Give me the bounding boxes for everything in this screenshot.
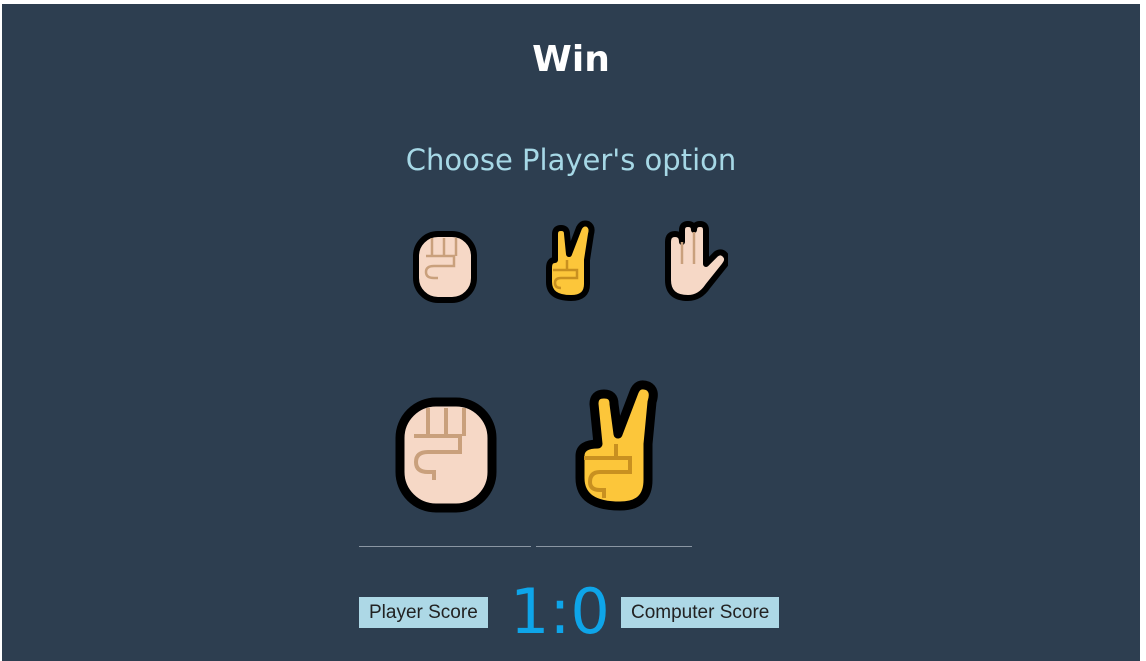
option-scissors-button[interactable] [535,220,605,304]
computer-choice-display [564,378,674,516]
player-choice-display [392,378,502,516]
player-score-label: Player Score [359,597,488,628]
raised-hand-icon [665,221,728,301]
computer-divider [536,546,692,547]
computer-score-label: Computer Score [621,597,780,628]
score-value: 1:0 [510,575,610,648]
game-board: Win Choose Player's option Player Score … [2,4,1140,661]
option-rock-button[interactable] [410,220,480,304]
choose-option-prompt: Choose Player's option [405,143,737,177]
result-title: Win [532,39,610,80]
option-paper-button[interactable] [658,220,728,304]
raised-fist-icon [395,397,497,513]
victory-hand-icon [575,380,658,511]
raised-fist-icon [413,231,477,303]
victory-hand-icon [546,220,595,301]
player-divider [359,546,531,547]
